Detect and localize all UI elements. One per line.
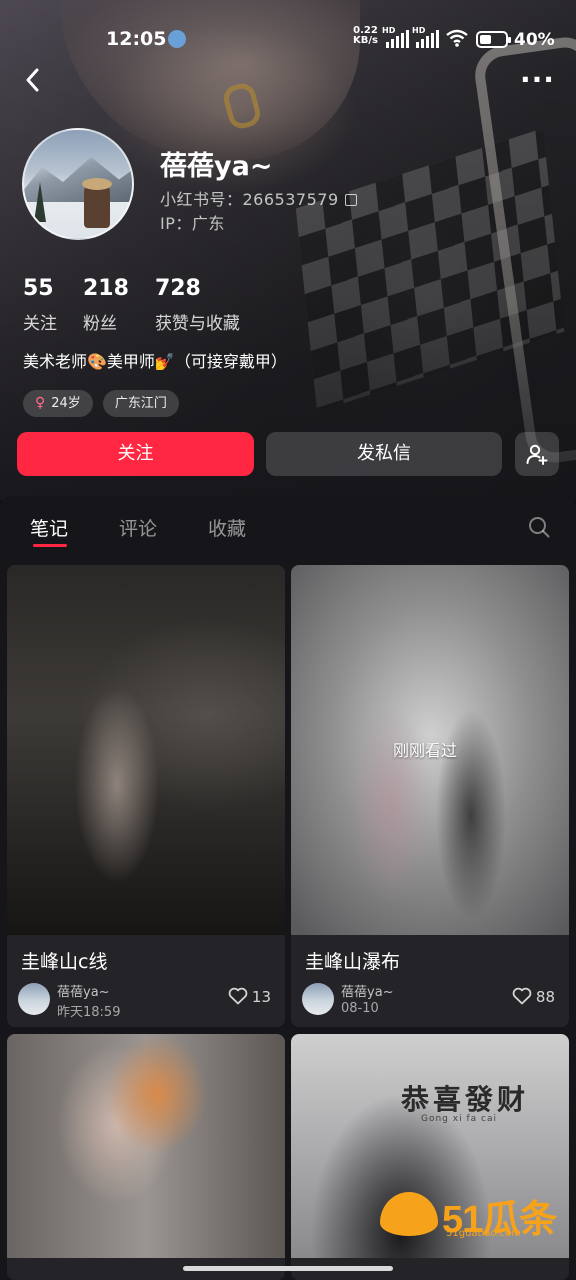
age-tag: ♀ 24岁: [23, 390, 93, 417]
wifi-icon: [446, 29, 468, 47]
home-indicator[interactable]: [183, 1266, 393, 1271]
profile-bio: 美术老师🎨美甲师💅（可接穿戴甲）: [23, 352, 287, 371]
profile-cover-image: [0, 0, 576, 500]
stat-likes-collects[interactable]: 728 获赞与收藏: [155, 276, 240, 334]
copy-icon[interactable]: [344, 194, 357, 206]
stat-value: 728: [154, 276, 201, 301]
profile-name: 蓓蓓ya~: [160, 151, 273, 182]
content-tabs: 笔记 评论 收藏: [0, 496, 576, 558]
search-icon[interactable]: [528, 516, 550, 538]
note-date: 08-10: [341, 1001, 379, 1016]
note-date: 昨天18:59: [57, 1005, 121, 1020]
stat-following[interactable]: 55 关注: [23, 276, 57, 334]
message-button[interactable]: 发私信: [266, 432, 502, 476]
author-avatar: [302, 983, 334, 1015]
note-title: 圭峰山c线: [21, 951, 108, 973]
back-arrow-icon[interactable]: [20, 66, 48, 94]
tab-collections[interactable]: 收藏: [208, 514, 246, 541]
author-avatar: [18, 983, 50, 1015]
note-author: 蓓蓓ya~: [57, 985, 110, 1000]
heart-icon: [228, 987, 248, 1005]
note-image: [7, 1034, 285, 1258]
battery-icon: [476, 31, 511, 48]
like-count-text: 13: [251, 988, 271, 1006]
watermark-logo: 51瓜条 51guatiao.com: [380, 1188, 560, 1242]
avatar-hat: [82, 178, 112, 190]
clock: 12:05: [106, 28, 167, 50]
stat-label: 获赞与收藏: [154, 314, 240, 334]
avatar[interactable]: [22, 128, 134, 240]
watermark-url: 51guatiao.com: [446, 1228, 521, 1239]
network-speed: 0.22 KB/s: [353, 26, 378, 46]
stat-value: 55: [23, 276, 54, 301]
like-count[interactable]: 13: [228, 987, 271, 1006]
note-card[interactable]: 圭峰山c线 蓓蓓ya~ 昨天18:59 13: [7, 565, 285, 1027]
ip-location: IP：广东: [160, 214, 225, 233]
weather-icon: [168, 30, 186, 48]
note-overlay-subtext: Gong xi fa cai: [421, 1114, 497, 1124]
add-friend-button[interactable]: [515, 432, 559, 476]
net-speed-unit: KB/s: [353, 35, 378, 46]
watermelon-logo-icon: [380, 1192, 438, 1236]
signal-icon-2: HD: [412, 26, 442, 48]
like-count[interactable]: 88: [512, 987, 555, 1006]
stat-label: 关注: [23, 314, 57, 334]
note-card[interactable]: 恭喜發财 Gong xi fa cai: [291, 1034, 569, 1280]
recently-viewed-badge: 刚刚看过: [393, 741, 458, 760]
tab-comments[interactable]: 评论: [119, 514, 157, 541]
note-card[interactable]: 刚刚看过 圭峰山瀑布 蓓蓓ya~ 08-10 88: [291, 565, 569, 1027]
follow-button[interactable]: 关注: [17, 432, 254, 476]
profile-tags: ♀ 24岁 广东江门: [23, 390, 179, 417]
note-overlay-text: 恭喜發财: [401, 1083, 530, 1116]
notes-panel: 笔记 评论 收藏 圭峰山c线 蓓蓓ya~ 昨天18:59 13 刚刚看过 圭峰山…: [0, 496, 576, 1280]
profile-stats: 55 关注 218 粉丝 728 获赞与收藏: [23, 276, 240, 334]
location-tag: 广东江门: [102, 390, 179, 417]
note-title: 圭峰山瀑布: [305, 951, 401, 973]
stat-followers[interactable]: 218 粉丝: [83, 276, 129, 334]
note-card[interactable]: [7, 1034, 285, 1280]
stat-label: 粉丝: [83, 314, 117, 334]
note-image: [7, 565, 285, 935]
add-user-icon: [526, 444, 548, 465]
cover-shade: [0, 0, 576, 500]
status-bar: 12:05 0.22 KB/s HD HD 40%: [0, 26, 576, 56]
user-id-text: 小红书号：266537579: [160, 190, 339, 209]
heart-icon: [512, 987, 532, 1005]
like-count-text: 88: [535, 988, 555, 1006]
tab-notes[interactable]: 笔记: [30, 514, 68, 541]
active-tab-indicator: [33, 544, 67, 547]
location-text: 广东江门: [114, 396, 167, 411]
battery-percent: 40%: [514, 30, 555, 50]
more-options-icon[interactable]: ···: [520, 66, 554, 96]
female-icon: ♀: [35, 395, 46, 411]
user-id: 小红书号：266537579: [160, 186, 357, 210]
stat-value: 218: [83, 276, 129, 301]
note-author: 蓓蓓ya~: [341, 985, 394, 1000]
signal-icon: HD: [382, 26, 412, 48]
age-text: 24岁: [51, 396, 81, 411]
